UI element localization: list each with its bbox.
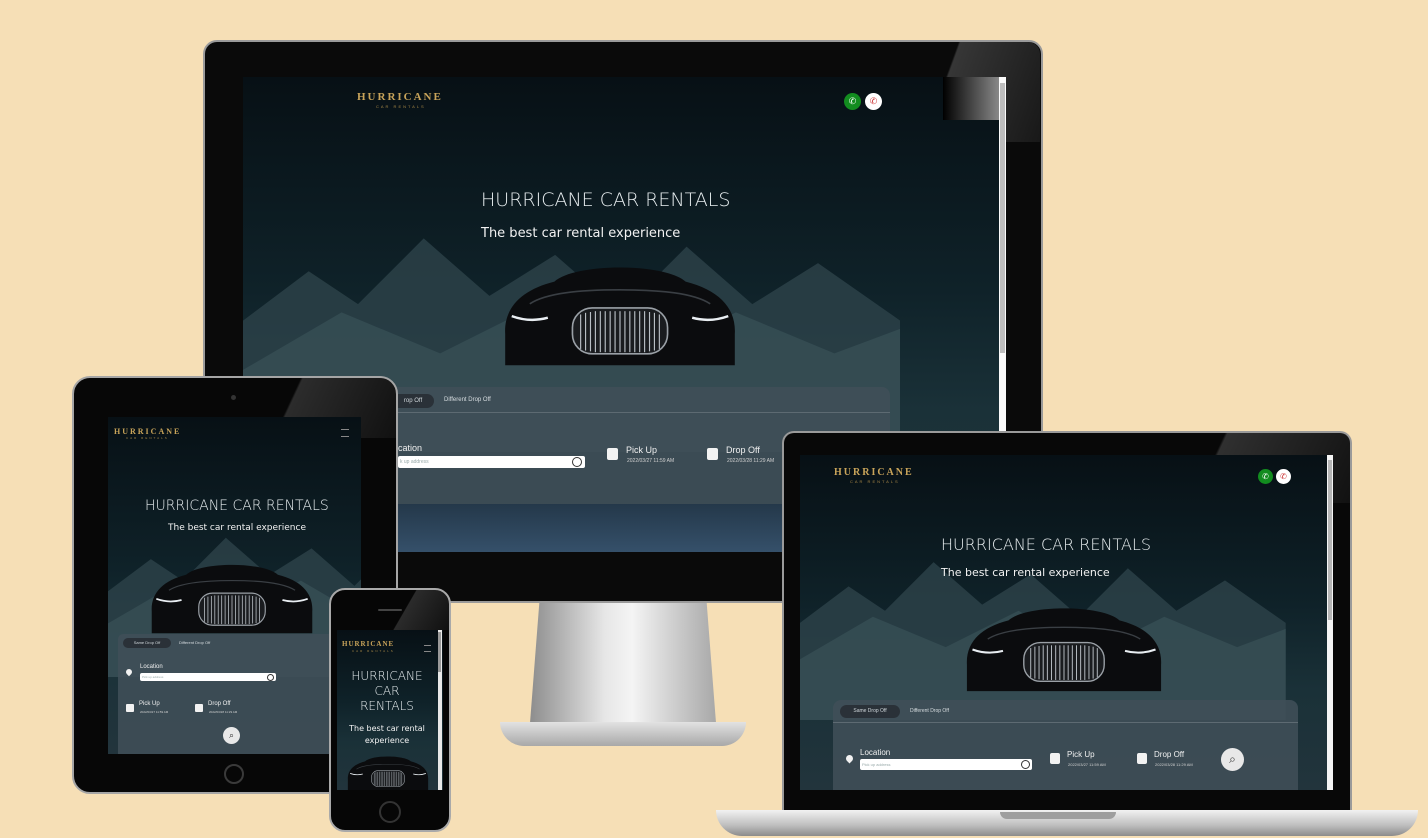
brand-tagline: CAR RENTALS xyxy=(126,436,169,440)
gps-target-icon[interactable] xyxy=(1021,760,1030,769)
hamburger-menu-icon[interactable] xyxy=(341,429,349,437)
calendar-icon xyxy=(1137,753,1147,764)
phone-home-button xyxy=(379,801,401,823)
tab-different-drop-off[interactable]: Different Drop Off xyxy=(179,640,210,645)
tab-same-drop-off[interactable]: Same Drop Off xyxy=(123,638,171,648)
search-icon[interactable]: ⌕ xyxy=(223,727,240,744)
laptop-screen: HURRICANE CAR RENTALS ✆ ✆ HURRICANE CAR … xyxy=(800,455,1333,790)
scrollbar-thumb[interactable] xyxy=(438,632,441,672)
calendar-icon xyxy=(126,704,134,712)
location-input[interactable]: k up address xyxy=(398,456,585,468)
laptop-notch xyxy=(1000,812,1116,819)
monitor-base xyxy=(500,722,746,746)
hero-subtitle: The best car rental experience xyxy=(168,523,306,533)
tab-same-drop-off[interactable]: rop Off xyxy=(392,394,434,408)
desktop-screen-bottom xyxy=(390,504,806,552)
desktop-panel-divider xyxy=(390,412,890,413)
dropoff-label: Drop Off xyxy=(1154,750,1185,759)
phone-screen: HURRICANE CAR RENTALS HURRICANE CAR RENT… xyxy=(337,630,443,790)
phone-speaker xyxy=(378,609,402,611)
tablet-camera xyxy=(231,395,236,400)
hero-title: HURRICANE CAR RENTALS xyxy=(481,189,731,211)
location-input[interactable]: Pick up address xyxy=(140,673,276,681)
tablet-home-button xyxy=(224,764,244,784)
dropoff-value[interactable]: 2022/03/28 11:29 AM xyxy=(1155,762,1193,767)
laptop-booking-panel xyxy=(833,700,1298,790)
car-image xyxy=(347,756,429,790)
location-label: Location xyxy=(140,664,163,670)
calendar-icon xyxy=(195,704,203,712)
tab-different-drop-off[interactable]: Different Drop Off xyxy=(444,397,491,403)
hero-title: RENTALS xyxy=(360,699,414,713)
scrollbar-thumb[interactable] xyxy=(1000,83,1005,353)
car-image xyxy=(150,564,314,635)
dropoff-value[interactable]: 2022/03/28 11:29 AM xyxy=(209,710,237,714)
hero-title: CAR xyxy=(374,684,400,698)
scrollbar-thumb[interactable] xyxy=(1328,460,1332,620)
hero-title: HURRICANE CAR RENTALS xyxy=(941,535,1152,554)
pickup-label: Pick Up xyxy=(1067,750,1095,759)
brand-tagline: CAR RENTALS xyxy=(376,104,426,109)
dropoff-label: Drop Off xyxy=(726,445,760,455)
phone-icon[interactable]: ✆ xyxy=(1276,469,1291,484)
header-fade xyxy=(943,77,1001,120)
tablet-screen: HURRICANE CAR RENTALS HURRICANE CAR RENT… xyxy=(108,417,361,754)
whatsapp-icon[interactable]: ✆ xyxy=(1258,469,1273,484)
calendar-icon xyxy=(607,448,618,460)
tab-different-drop-off[interactable]: Different Drop Off xyxy=(910,708,949,714)
pickup-label: Pick Up xyxy=(139,701,160,707)
car-image xyxy=(965,607,1163,693)
pickup-value[interactable]: 2022/03/27 11:59 AM xyxy=(1068,762,1106,767)
brand-logo[interactable]: HURRICANE xyxy=(357,91,443,103)
gps-target-icon[interactable] xyxy=(572,457,582,467)
hero-subtitle: The best car rental experience xyxy=(481,226,681,241)
phone-icon[interactable]: ✆ xyxy=(865,93,882,110)
pickup-value[interactable]: 2022/03/27 11:59 AM xyxy=(627,458,674,464)
hero-subtitle: The best car rental experience xyxy=(941,566,1110,579)
gps-target-icon[interactable] xyxy=(267,674,274,681)
hamburger-menu-icon[interactable] xyxy=(424,645,431,652)
tab-same-drop-off[interactable]: Same Drop Off xyxy=(840,705,900,718)
laptop-panel-divider xyxy=(833,722,1298,723)
dropoff-label: Drop Off xyxy=(208,701,231,707)
car-image xyxy=(503,266,737,367)
search-icon[interactable]: ⌕ xyxy=(1221,748,1244,771)
brand-tagline: CAR RENTALS xyxy=(850,479,900,484)
location-input[interactable]: Pick up address xyxy=(860,759,1032,770)
calendar-icon xyxy=(1050,753,1060,764)
location-label: cation xyxy=(398,443,423,453)
hero-title: HURRICANE CAR RENTALS xyxy=(145,498,329,514)
dropoff-value[interactable]: 2022/03/28 11:29 AM xyxy=(727,458,774,464)
whatsapp-icon[interactable]: ✆ xyxy=(844,93,861,110)
pickup-label: Pick Up xyxy=(626,445,658,455)
hero-subtitle: The best car rental xyxy=(349,724,425,733)
hero-subtitle: experience xyxy=(364,736,410,745)
brand-logo[interactable]: HURRICANE xyxy=(834,467,914,478)
calendar-icon xyxy=(707,448,718,460)
brand-logo[interactable]: HURRICANE xyxy=(114,427,181,436)
pickup-value[interactable]: 2022/03/27 11:59 AM xyxy=(140,710,168,714)
location-label: Location xyxy=(860,748,891,757)
brand-tagline: CAR RENTALS xyxy=(352,649,395,653)
hero-title: HURRICANE xyxy=(351,669,423,683)
monitor-stand xyxy=(530,603,716,723)
brand-logo[interactable]: HURRICANE xyxy=(342,640,394,648)
